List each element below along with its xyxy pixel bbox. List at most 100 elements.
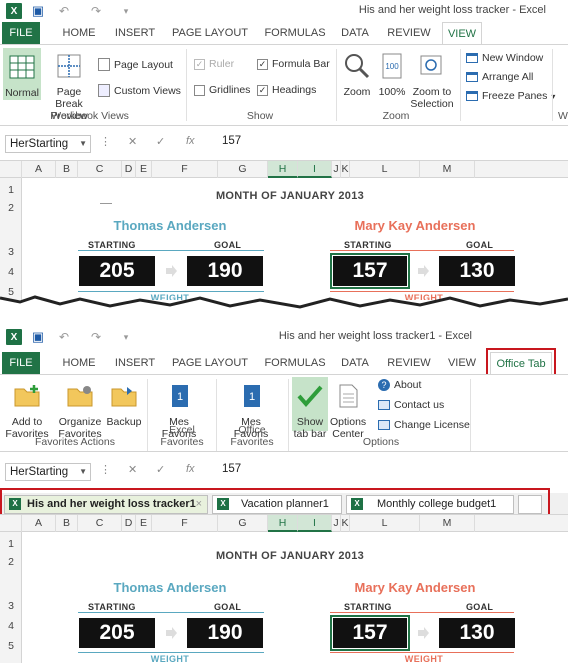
formula-input[interactable]: 157 — [222, 135, 241, 147]
chevron-down-icon: ▼ — [79, 467, 87, 476]
column-header-c[interactable]: C — [78, 161, 122, 178]
column-header-a[interactable]: A — [22, 161, 56, 178]
backup-button[interactable]: Backup — [106, 381, 142, 428]
folder-gear-icon — [67, 386, 93, 407]
column-header-e[interactable]: E — [136, 515, 152, 532]
enter-icon[interactable]: ✓ — [156, 463, 165, 476]
column-header-m[interactable]: M — [420, 515, 475, 532]
him-starting-value[interactable]: 205 — [79, 618, 155, 648]
tab-review[interactable]: REVIEW — [384, 352, 434, 374]
options-center-button[interactable]: Options Center — [330, 381, 366, 440]
select-all-corner[interactable] — [0, 515, 22, 532]
tab-data[interactable]: DATA — [336, 352, 374, 374]
row-header[interactable]: 3 — [0, 600, 22, 612]
tab-page-layout[interactable]: PAGE LAYOUT — [170, 352, 250, 374]
tab-file[interactable]: FILE — [2, 352, 40, 374]
column-header-i[interactable]: I — [298, 515, 332, 532]
tab-home[interactable]: HOME — [58, 22, 100, 44]
column-header-j[interactable]: J — [332, 515, 341, 532]
her-starting-value[interactable]: 157 — [330, 253, 410, 289]
new-window-button[interactable]: New Window — [466, 52, 543, 64]
column-header-g[interactable]: G — [218, 161, 268, 178]
column-header-c[interactable]: C — [78, 515, 122, 532]
custom-views-button[interactable]: Custom Views — [98, 84, 181, 97]
show-tab-bar-button[interactable]: Show tab bar — [292, 377, 328, 440]
row-header[interactable]: 4 — [0, 620, 22, 632]
tab-home[interactable]: HOME — [58, 352, 100, 374]
tab-view[interactable]: VIEW — [442, 352, 482, 374]
column-header-e[interactable]: E — [136, 161, 152, 178]
him-starting-value[interactable]: 205 — [79, 256, 155, 286]
tab-view[interactable]: VIEW — [442, 22, 482, 45]
change-license-button[interactable]: Change License — [378, 419, 470, 431]
column-header-l[interactable]: L — [350, 515, 420, 532]
cancel-icon[interactable]: ✕ — [128, 463, 137, 476]
column-header-d[interactable]: D — [122, 515, 136, 532]
tab-data[interactable]: DATA — [336, 22, 374, 44]
cancel-icon[interactable]: ✕ — [128, 135, 137, 148]
insert-function-icon[interactable]: fx — [186, 463, 195, 475]
zoom-button[interactable]: Zoom — [340, 51, 374, 98]
column-header-a[interactable]: A — [22, 515, 56, 532]
enter-icon[interactable]: ✓ — [156, 135, 165, 148]
headings-check-icon: ✓ — [257, 84, 268, 96]
column-header-f[interactable]: F — [152, 515, 218, 532]
group-zoom-label: Zoom — [382, 110, 410, 122]
row-header[interactable]: 4 — [0, 266, 22, 278]
formula-bar-checkbox[interactable]: ✓ Formula Bar — [257, 58, 330, 70]
column-header-k[interactable]: K — [341, 161, 350, 178]
her-starting-value[interactable]: 157 — [330, 615, 410, 651]
column-header-b[interactable]: B — [56, 161, 78, 178]
contact-us-button[interactable]: Contact us — [378, 399, 444, 411]
arrange-all-button[interactable]: Arrange All — [466, 71, 533, 83]
show-tab-bar-label: Show tab bar — [293, 416, 327, 440]
separator — [336, 49, 337, 121]
her-goal-value[interactable]: 130 — [439, 618, 515, 648]
her-underline — [330, 250, 514, 251]
headings-checkbox[interactable]: ✓ Headings — [257, 84, 316, 96]
tab-page-layout[interactable]: PAGE LAYOUT — [170, 22, 250, 44]
name-box[interactable]: HerStarting ▼ — [5, 135, 91, 153]
row-header[interactable]: 3 — [0, 246, 22, 258]
row-header[interactable]: 5 — [0, 640, 22, 652]
name-box[interactable]: HerStarting ▼ — [5, 463, 91, 481]
freeze-panes-button[interactable]: Freeze Panes ▾ — [466, 90, 555, 102]
column-header-k[interactable]: K — [341, 515, 350, 532]
page-layout-button[interactable]: Page Layout — [98, 58, 173, 71]
column-header-m[interactable]: M — [420, 161, 475, 178]
about-button[interactable]: ? About — [378, 379, 421, 391]
organize-favorites-button[interactable]: Organize Favorites — [54, 381, 106, 440]
him-goal-value[interactable]: 190 — [187, 256, 263, 286]
column-header-h[interactable]: H — [268, 161, 298, 178]
insert-function-icon[interactable]: fx — [186, 135, 195, 147]
zoom-to-selection-button[interactable]: Zoom to Selection — [410, 51, 454, 110]
row-header[interactable]: 2 — [0, 556, 22, 568]
ruler-checkbox[interactable]: ✓ Ruler — [194, 58, 234, 70]
column-header-l[interactable]: L — [350, 161, 420, 178]
column-header-b[interactable]: B — [56, 515, 78, 532]
column-header-j[interactable]: J — [332, 161, 341, 178]
normal-view-button[interactable]: Normal — [3, 48, 41, 100]
gridlines-checkbox[interactable]: Gridlines — [194, 84, 250, 96]
tab-formulas[interactable]: FORMULAS — [260, 22, 330, 44]
tab-insert[interactable]: INSERT — [112, 352, 158, 374]
tab-formulas[interactable]: FORMULAS — [260, 352, 330, 374]
formula-input[interactable]: 157 — [222, 463, 241, 475]
column-header-f[interactable]: F — [152, 161, 218, 178]
row-header[interactable]: 1 — [0, 538, 22, 550]
him-goal-value[interactable]: 190 — [187, 618, 263, 648]
column-header-g[interactable]: G — [218, 515, 268, 532]
column-header-i[interactable]: I — [298, 161, 332, 178]
select-all-corner[interactable] — [0, 161, 22, 178]
zoom-100-button[interactable]: 100 100% — [376, 51, 408, 98]
column-header-d[interactable]: D — [122, 161, 136, 178]
tab-review[interactable]: REVIEW — [384, 22, 434, 44]
tab-insert[interactable]: INSERT — [112, 22, 158, 44]
tab-file[interactable]: FILE — [2, 22, 40, 44]
add-to-favorites-button[interactable]: Add to Favorites — [4, 381, 50, 440]
her-goal-value[interactable]: 130 — [439, 256, 515, 286]
row-header[interactable]: 2 — [0, 202, 22, 214]
column-header-h[interactable]: H — [268, 515, 298, 532]
row-header[interactable]: 1 — [0, 184, 22, 196]
highlight-office-tab — [486, 348, 556, 376]
